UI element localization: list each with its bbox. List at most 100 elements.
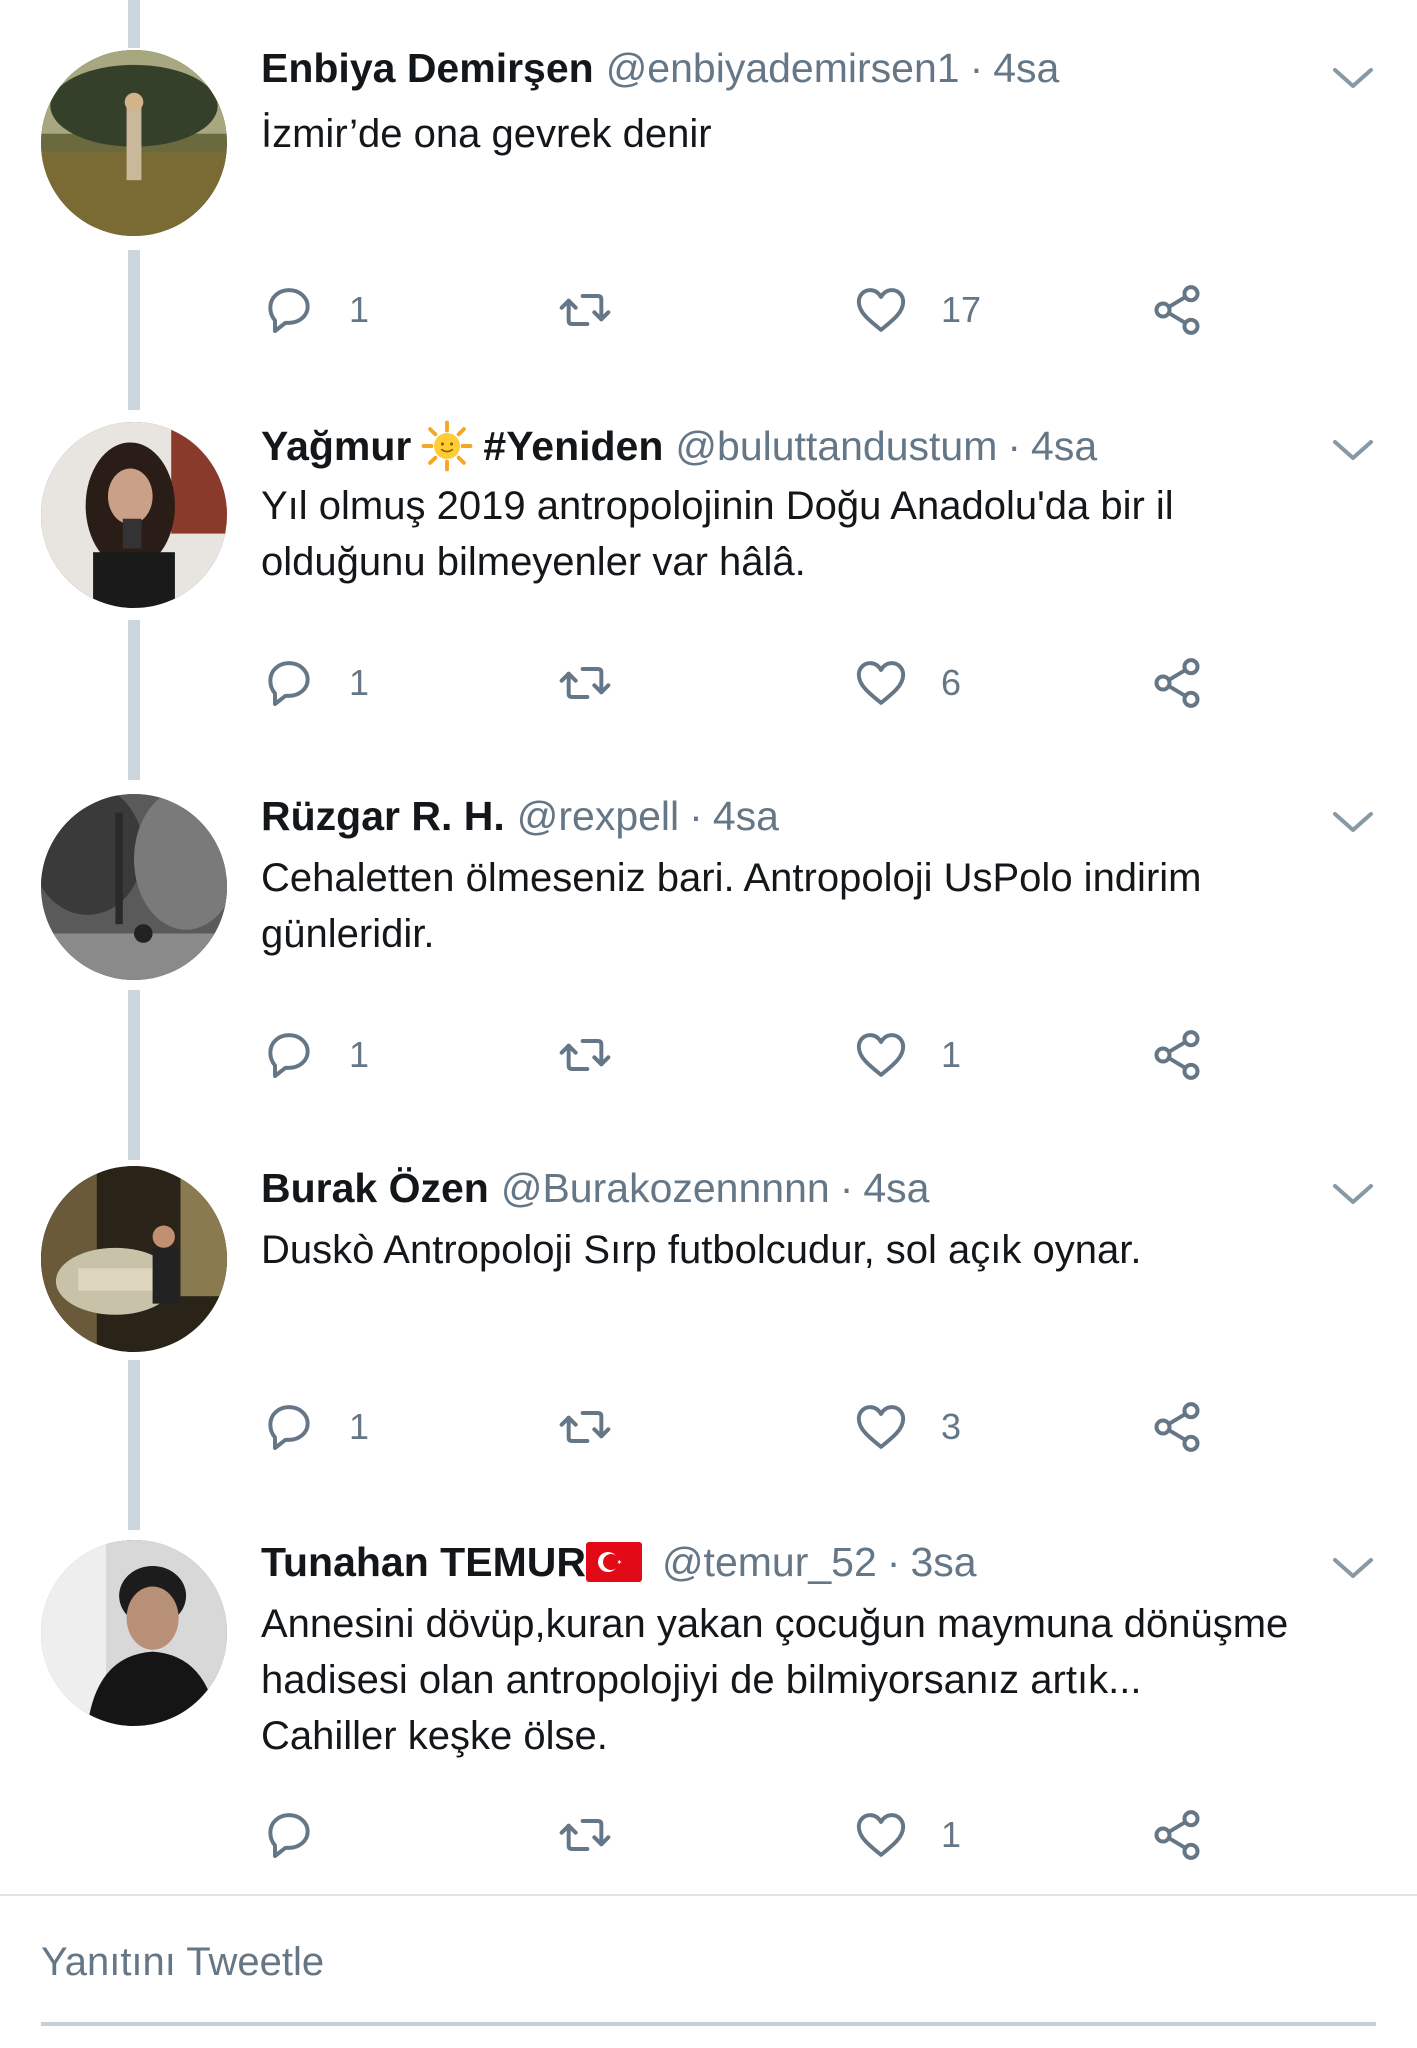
tweet-actions: 1 3 <box>261 1392 1261 1462</box>
tweet-text: Annesini dövüp,kuran yakan çocuğun maymu… <box>261 1596 1361 1764</box>
avatar[interactable] <box>41 50 227 236</box>
share-button[interactable] <box>1149 1020 1205 1090</box>
reply-icon <box>268 1033 310 1078</box>
reply-icon <box>268 288 310 333</box>
thread-line <box>128 620 140 780</box>
turkey-flag-icon <box>585 1542 642 1582</box>
like-icon <box>856 1033 906 1077</box>
reply-input[interactable]: Yanıtını Tweetle <box>41 1940 324 1985</box>
like-icon <box>856 1813 906 1857</box>
user-handle[interactable]: @temur_52 <box>662 1534 877 1590</box>
display-name[interactable]: Tunahan TEMUR <box>261 1534 586 1590</box>
avatar[interactable] <box>41 794 227 980</box>
retweet-icon <box>559 667 611 699</box>
tweet-actions: 1 17 <box>261 275 1261 345</box>
retweet-icon <box>559 1819 611 1851</box>
reply-button[interactable]: 1 <box>261 275 369 345</box>
separator-dot: · <box>839 1165 854 1211</box>
timestamp[interactable]: 4sa <box>713 788 779 844</box>
tweet-header: Tunahan TEMUR @temur_52 · 3sa <box>261 1534 1327 1590</box>
like-count: 17 <box>941 289 982 330</box>
share-icon <box>1154 285 1200 335</box>
separator-dot: · <box>1007 423 1022 469</box>
retweet-button[interactable] <box>557 648 613 718</box>
tweet-text-line: Cahiller keşke ölse. <box>261 1714 608 1758</box>
tweet-text-line: hadisesi olan antropolojiyi de bilmiyors… <box>261 1658 1142 1702</box>
share-button[interactable] <box>1149 1800 1205 1870</box>
chevron-down-icon[interactable] <box>1331 808 1375 836</box>
tweet-text-line: İzmir’de ona gevrek denir <box>261 112 712 156</box>
reply-icon <box>268 1405 310 1450</box>
tweet-text-line: günleridir. <box>261 912 435 956</box>
tweet-text-line: olduğunu bilmeyenler var hâlâ. <box>261 540 806 584</box>
thread-line <box>128 1360 140 1530</box>
separator-dot: · <box>689 793 703 839</box>
like-count: 1 <box>941 1814 962 1855</box>
avatar[interactable] <box>41 422 227 608</box>
avatar[interactable] <box>41 1166 227 1352</box>
retweet-button[interactable] <box>557 1800 613 1870</box>
user-handle[interactable]: @buluttandustum <box>675 418 997 474</box>
like-button[interactable]: 1 <box>853 1800 961 1870</box>
display-name-hashtag[interactable]: #Yeniden <box>483 418 663 474</box>
tweet-text-line: Yıl olmuş 2019 antropolojinin Doğu Anado… <box>261 484 1174 528</box>
like-count: 3 <box>941 1406 962 1447</box>
tweet-text-line: Cehaletten ölmeseniz bari. Antropoloji U… <box>261 856 1202 900</box>
display-name[interactable]: Rüzgar R. H. <box>261 788 505 844</box>
share-button[interactable] <box>1149 648 1205 718</box>
separator-dot: · <box>969 45 984 91</box>
like-icon <box>856 288 906 332</box>
like-icon <box>856 1405 906 1449</box>
share-button[interactable] <box>1149 275 1205 345</box>
reply-button[interactable]: 1 <box>261 648 369 718</box>
like-button[interactable]: 1 <box>853 1020 961 1090</box>
user-handle[interactable]: @Burakozennnnn <box>501 1160 830 1216</box>
tweet-text: Cehaletten ölmeseniz bari. Antropoloji U… <box>261 850 1361 962</box>
like-button[interactable]: 3 <box>853 1392 961 1462</box>
tweet-actions: 1 <box>261 1800 1261 1870</box>
reply-button[interactable]: 1 <box>261 1020 369 1090</box>
tweet-text-line: Annesini dövüp,kuran yakan çocuğun maymu… <box>261 1602 1289 1646</box>
user-handle[interactable]: @enbiyademirsen1 <box>606 40 960 96</box>
user-handle[interactable]: @rexpell <box>517 788 679 844</box>
retweet-button[interactable] <box>557 275 613 345</box>
thread-line <box>128 0 140 48</box>
like-button[interactable]: 17 <box>853 275 981 345</box>
display-name[interactable]: Enbiya Demirşen <box>261 40 594 96</box>
share-icon <box>1154 658 1200 708</box>
share-button[interactable] <box>1149 1392 1205 1462</box>
chevron-down-icon[interactable] <box>1331 1554 1375 1582</box>
retweet-button[interactable] <box>557 1020 613 1090</box>
reply-button[interactable]: 1 <box>261 1392 369 1462</box>
avatar[interactable] <box>41 1540 227 1726</box>
tweet-actions: 1 1 <box>261 1020 1261 1090</box>
reply-count: 1 <box>349 1406 370 1447</box>
like-icon <box>856 661 906 705</box>
thread-line <box>128 250 140 410</box>
reply-count: 1 <box>349 662 370 703</box>
reply-button[interactable] <box>261 1800 349 1870</box>
reply-count: 1 <box>349 289 370 330</box>
share-icon <box>1154 1030 1200 1080</box>
reply-icon <box>268 1813 310 1858</box>
display-name[interactable]: Burak Özen <box>261 1160 489 1216</box>
thread-line <box>128 990 140 1160</box>
reply-input-underline <box>41 2022 1376 2026</box>
sun-emoji-icon <box>422 420 473 472</box>
timestamp[interactable]: 4sa <box>993 40 1059 96</box>
tweet-text: Yıl olmuş 2019 antropolojinin Doğu Anado… <box>261 478 1361 590</box>
like-button[interactable]: 6 <box>853 648 961 718</box>
display-name[interactable]: Yağmur <box>261 418 411 474</box>
retweet-button[interactable] <box>557 1392 613 1462</box>
timestamp[interactable]: 3sa <box>910 1534 976 1590</box>
tweet-text: İzmir’de ona gevrek denir <box>261 106 1361 162</box>
like-count: 6 <box>941 662 962 703</box>
timestamp[interactable]: 4sa <box>863 1160 929 1216</box>
divider <box>0 1894 1417 1896</box>
timestamp[interactable]: 4sa <box>1031 418 1097 474</box>
chevron-down-icon[interactable] <box>1331 1180 1375 1208</box>
chevron-down-icon[interactable] <box>1331 436 1375 464</box>
chevron-down-icon[interactable] <box>1331 64 1375 92</box>
tweet-header: Yağmur #Yeniden @buluttandustum · 4sa <box>261 418 1327 474</box>
retweet-icon <box>559 1039 611 1071</box>
